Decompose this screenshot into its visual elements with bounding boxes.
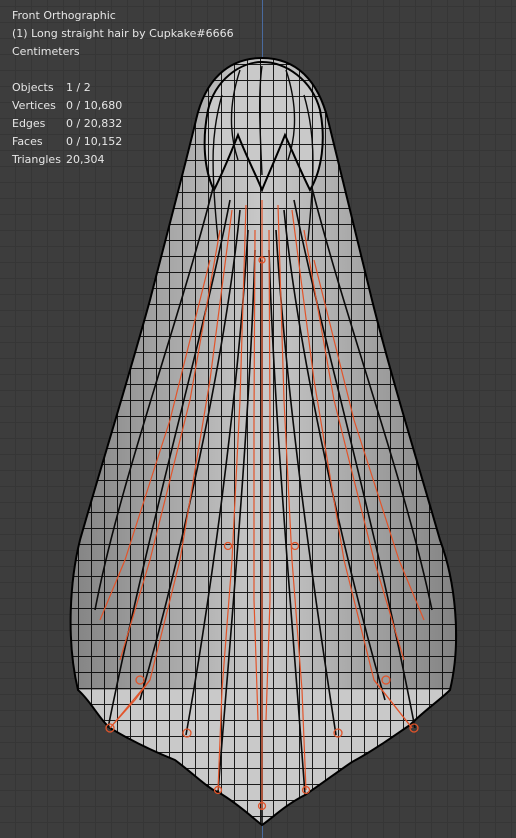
stat-objects: Objects 1 / 2 — [12, 79, 234, 97]
stat-label: Objects — [12, 81, 54, 94]
active-object-name: (1) Long straight hair by Cupkake#6666 — [12, 27, 234, 40]
stat-triangles: Triangles 20,304 — [12, 151, 234, 169]
stat-label: Edges — [12, 117, 46, 130]
stat-value: 1 / 2 — [66, 81, 91, 94]
stat-label: Triangles — [12, 153, 61, 166]
stat-value: 20,304 — [66, 153, 105, 166]
stat-value: 0 / 10,152 — [66, 135, 123, 148]
stat-label: Faces — [12, 135, 43, 148]
stat-value: 0 / 20,832 — [66, 117, 123, 130]
unit-system: Centimeters — [12, 45, 80, 58]
scene-statistics: Objects 1 / 2 Vertices 0 / 10,680 Edges … — [12, 79, 234, 169]
stat-faces: Faces 0 / 10,152 — [12, 133, 234, 151]
stat-label: Vertices — [12, 99, 56, 112]
view-name: Front Orthographic — [12, 9, 116, 22]
stat-vertices: Vertices 0 / 10,680 — [12, 97, 234, 115]
viewport-info-overlay: Front Orthographic (1) Long straight hai… — [12, 7, 234, 169]
stat-edges: Edges 0 / 20,832 — [12, 115, 234, 133]
stat-value: 0 / 10,680 — [66, 99, 123, 112]
